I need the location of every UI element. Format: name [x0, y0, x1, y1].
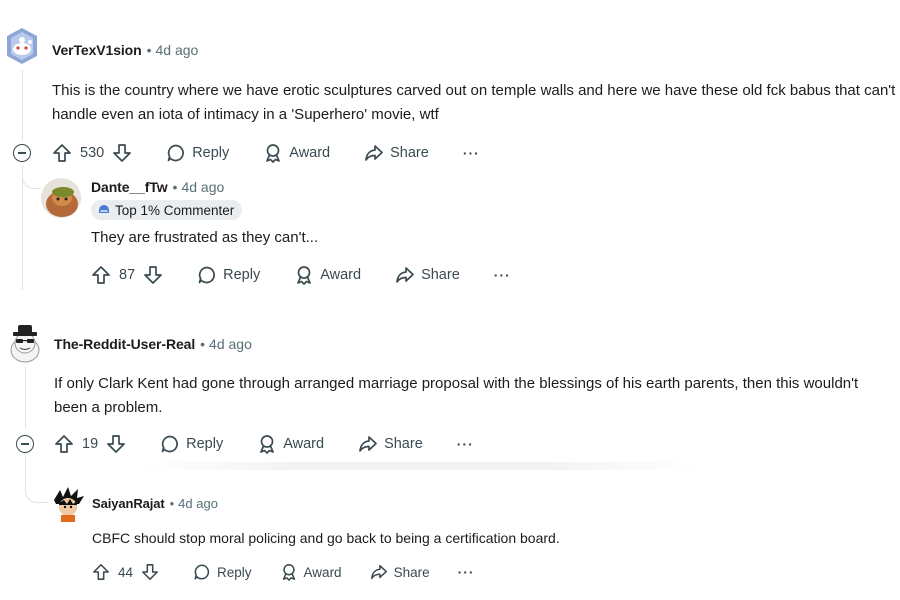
award-button[interactable]: Award	[263, 143, 330, 163]
avatar[interactable]	[41, 178, 81, 218]
collapse-thread-button[interactable]	[16, 435, 34, 453]
vote-controls: 19	[54, 434, 126, 454]
comment-2: Dante__fTw • 4d ago Top 1% Commenter	[91, 175, 891, 222]
avatar[interactable]	[50, 486, 86, 522]
comment-actions: 87 Reply Award Share ···	[91, 261, 511, 289]
thread-branch-1	[22, 166, 41, 189]
chat-bubble-icon	[167, 144, 185, 162]
award-button[interactable]: Award	[280, 563, 342, 581]
chat-bubble-icon	[194, 564, 210, 580]
comment-body: They are frustrated as they can't...	[91, 229, 319, 246]
comment-author[interactable]: Dante__fTw	[91, 179, 168, 195]
share-icon	[359, 436, 377, 452]
reply-button[interactable]: Reply	[197, 265, 260, 285]
upvote-icon[interactable]	[91, 265, 111, 285]
downvote-icon[interactable]	[106, 434, 126, 454]
share-icon	[365, 145, 383, 161]
top-commenter-badge[interactable]: Top 1% Commenter	[91, 200, 243, 220]
vote-controls: 87	[91, 265, 163, 285]
more-options-button[interactable]: ···	[494, 267, 511, 283]
comment-4: SaiyanRajat • 4d ago	[92, 491, 892, 515]
downvote-icon[interactable]	[143, 265, 163, 285]
thread-line-1[interactable]	[22, 70, 23, 140]
comment-body: This is the country where we have erotic…	[52, 82, 896, 123]
more-options-button[interactable]: ···	[457, 436, 474, 452]
downvote-icon[interactable]	[112, 143, 132, 163]
comment-author[interactable]: SaiyanRajat	[92, 496, 165, 511]
share-button[interactable]: Share	[395, 265, 460, 285]
vote-controls: 530	[52, 143, 132, 163]
avatar[interactable]	[3, 27, 41, 65]
share-icon	[396, 267, 414, 283]
comment-body: If only Clark Kent had gone through arra…	[54, 375, 859, 416]
thread-line-1b[interactable]	[22, 166, 23, 290]
downvote-icon[interactable]	[141, 563, 159, 581]
thread-branch-2	[25, 456, 48, 503]
vote-count: 44	[118, 564, 134, 580]
upvote-icon[interactable]	[52, 143, 72, 163]
share-button[interactable]: Share	[370, 563, 430, 581]
comment-author[interactable]: VerTexV1sion	[52, 42, 142, 58]
reply-button[interactable]: Reply	[193, 563, 252, 581]
vote-controls: 44	[92, 563, 159, 581]
comment-author[interactable]: The-Reddit-User-Real	[54, 336, 195, 352]
thread-line-2[interactable]	[25, 366, 26, 428]
award-button[interactable]: Award	[294, 265, 361, 285]
comment-thread: VerTexV1sion • 4d ago This is the country…	[0, 0, 900, 600]
comment-timestamp[interactable]: • 4d ago	[173, 179, 225, 195]
comment-actions: 530 Reply Award Share ···	[52, 139, 480, 167]
award-button[interactable]: Award	[257, 434, 324, 454]
vote-count: 19	[82, 436, 99, 452]
reply-button[interactable]: Reply	[166, 143, 229, 163]
comment-actions: 19 Reply Award Share ···	[54, 430, 474, 458]
award-icon	[282, 564, 295, 581]
comment-timestamp[interactable]: • 4d ago	[147, 42, 199, 58]
reply-button[interactable]: Reply	[160, 434, 223, 454]
comment-timestamp[interactable]: • 4d ago	[170, 496, 218, 511]
award-icon	[297, 266, 312, 285]
more-options-button[interactable]: ···	[463, 145, 480, 161]
commenter-badge-icon	[99, 205, 109, 213]
share-button[interactable]: Share	[364, 143, 429, 163]
comment-actions: 44 Reply Award Share ···	[92, 558, 475, 586]
share-icon	[370, 564, 387, 580]
chat-bubble-icon	[161, 435, 179, 453]
collapse-thread-button[interactable]	[13, 144, 31, 162]
section-divider	[140, 462, 700, 470]
award-icon	[260, 435, 275, 454]
more-options-button[interactable]: ···	[458, 564, 475, 580]
vote-count: 87	[119, 267, 136, 283]
comment-1: VerTexV1sion • 4d ago	[52, 38, 900, 62]
comment-body: CBFC should stop moral policing and go b…	[92, 530, 560, 546]
chat-bubble-icon	[198, 266, 216, 284]
upvote-icon[interactable]	[54, 434, 74, 454]
upvote-icon[interactable]	[92, 563, 110, 581]
award-icon	[266, 144, 281, 163]
share-button[interactable]: Share	[358, 434, 423, 454]
avatar[interactable]	[5, 323, 45, 363]
vote-count: 530	[80, 145, 105, 161]
comment-timestamp[interactable]: • 4d ago	[200, 336, 252, 352]
comment-3: The-Reddit-User-Real • 4d ago	[54, 332, 894, 356]
